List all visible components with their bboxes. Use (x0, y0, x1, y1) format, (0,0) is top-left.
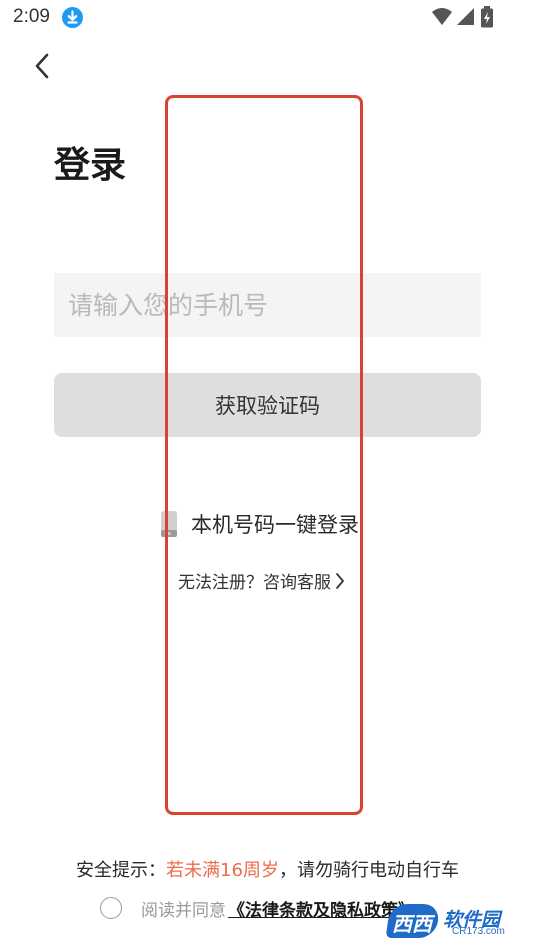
get-verification-code-button[interactable]: 获取验证码 (54, 373, 481, 437)
help-link-label: 无法注册？咨询客服 (178, 573, 331, 593)
watermark-logo-text: 西西 (392, 912, 432, 936)
agreement-row: 阅读并同意 《法律条款及隐私政策》 (100, 896, 415, 921)
signal-icon (457, 8, 474, 25)
chevron-right-icon (336, 572, 344, 589)
safety-tip-suffix: ，请勿骑行电动自行车 (278, 860, 459, 881)
one-key-login-button[interactable]: 本机号码一键登录 (160, 508, 359, 540)
safety-tip: 安全提示：若未满16周岁，请勿骑行电动自行车 (0, 856, 535, 882)
agreement-checkbox[interactable] (100, 897, 122, 919)
download-icon (62, 7, 83, 28)
page-title: 登录 (54, 145, 127, 186)
terms-privacy-link[interactable]: 《法律条款及隐私政策》 (228, 896, 415, 921)
status-bar: 2:09 (0, 0, 535, 36)
phone-number-input[interactable] (54, 273, 481, 337)
system-icons (431, 6, 495, 28)
status-time: 2:09 (13, 6, 50, 27)
agreement-text: 阅读并同意 (141, 900, 226, 921)
one-key-login-label: 本机号码一键登录 (191, 513, 359, 537)
back-button[interactable] (28, 50, 58, 82)
watermark-url: CR173.com (452, 926, 505, 937)
chevron-left-icon (35, 53, 49, 79)
site-watermark: 西西 软件园 CR173.com (385, 904, 515, 938)
highlight-annotation-box (165, 95, 363, 815)
phone-icon (160, 510, 178, 538)
safety-tip-prefix: 安全提示： (76, 860, 167, 881)
safety-tip-warning: 若未满16周岁 (166, 860, 279, 881)
battery-icon (481, 6, 493, 28)
wifi-icon (432, 8, 452, 25)
help-contact-link[interactable]: 无法注册？咨询客服 (178, 568, 345, 593)
